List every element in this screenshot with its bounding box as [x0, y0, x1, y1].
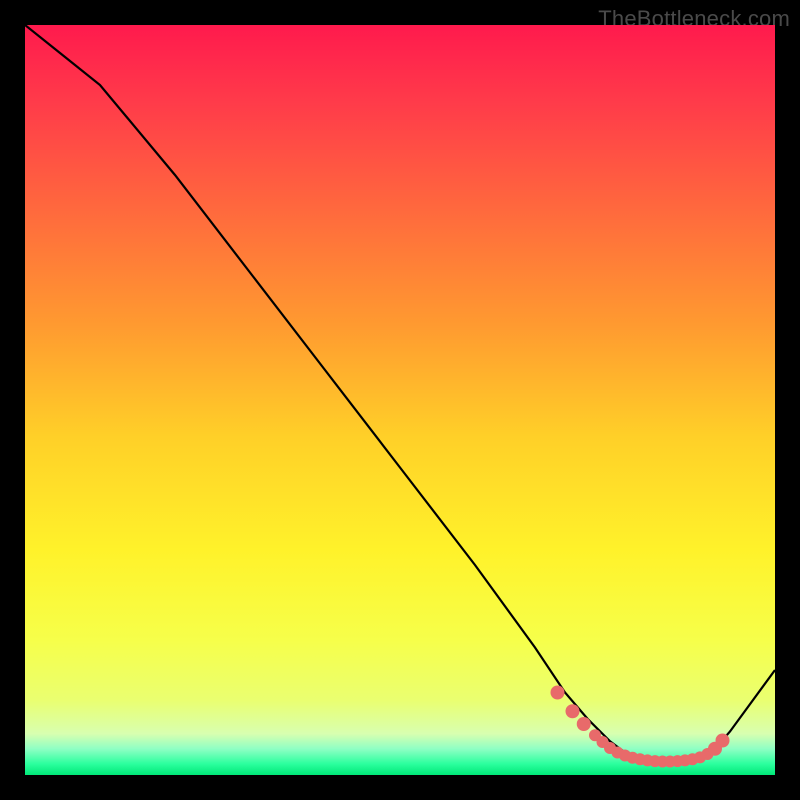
chart-stage: TheBottleneck.com [0, 0, 800, 800]
plot-area [25, 25, 775, 775]
gradient-background [25, 25, 775, 775]
marker-dot [566, 704, 580, 718]
marker-dot [551, 686, 565, 700]
marker-dot [577, 717, 591, 731]
marker-dot [716, 734, 730, 748]
chart-svg [25, 25, 775, 775]
